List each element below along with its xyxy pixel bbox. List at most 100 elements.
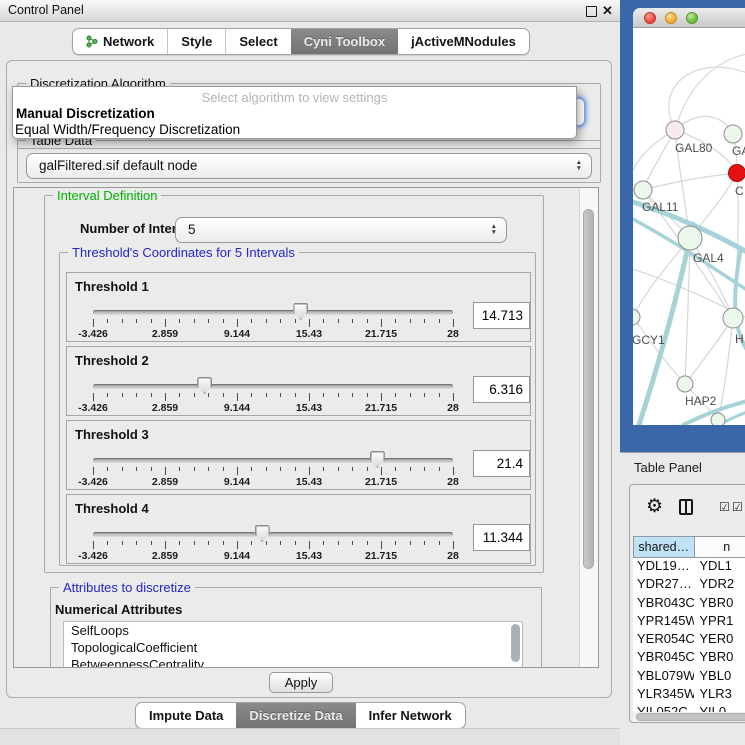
threshold-value-field[interactable]: 14.713 [473, 302, 530, 329]
slider-tick [251, 467, 252, 471]
network-node[interactable] [677, 376, 693, 392]
tab-jactivemnodules[interactable]: jActiveMNodules [398, 29, 529, 54]
slider-tick [453, 319, 454, 327]
threshold-value-field[interactable]: 21.4 [473, 450, 530, 477]
cell-shared-name: YPR145W [633, 613, 694, 631]
attribute-list-item[interactable]: BetweennessCentrality [64, 656, 522, 668]
tab-select[interactable]: Select [225, 29, 290, 54]
algorithm-option-manual[interactable]: Manual Discretization [16, 106, 155, 121]
network-node[interactable] [711, 413, 725, 425]
slider-tick [93, 541, 94, 549]
slider-tick [251, 319, 252, 323]
list-scrollbar[interactable] [511, 624, 520, 662]
table-row[interactable]: YBR043CYBR0 [633, 595, 745, 613]
network-node[interactable] [634, 181, 652, 199]
close-icon[interactable]: ✕ [602, 2, 613, 20]
table-row[interactable]: YIL052CYIL0 [633, 704, 745, 712]
slider-tick [165, 467, 166, 475]
slider-track[interactable] [93, 458, 453, 463]
table-row[interactable]: YBR045CYBR0 [633, 649, 745, 667]
control-panel-title: Control Panel [8, 0, 84, 21]
slider-tick-label: 21.715 [356, 550, 406, 562]
column-header-name[interactable]: n [695, 536, 745, 558]
attribute-list-item[interactable]: TopologicalCoefficient [64, 639, 522, 656]
slider-tick [237, 541, 238, 549]
network-window-titlebar[interactable] [633, 8, 745, 28]
table-header-row: shared… n [633, 536, 745, 558]
network-canvas[interactable]: GAL80GACGAL11GAL4GCY1HHAP2 [633, 28, 745, 425]
network-node[interactable] [633, 309, 640, 325]
table-row[interactable]: YER054CYER0 [633, 631, 745, 649]
threshold-label: Threshold 1 [75, 279, 149, 294]
threshold-value-field[interactable]: 11.344 [473, 524, 530, 551]
panel-scrollbar-track[interactable] [579, 188, 598, 667]
slider-tick [395, 319, 396, 323]
tab-infer-network[interactable]: Infer Network [356, 703, 465, 728]
slider-tick [208, 393, 209, 397]
numerical-attributes-list[interactable]: SelfLoopsTopologicalCoefficientBetweenne… [63, 621, 523, 668]
close-traffic-light-icon[interactable] [644, 12, 656, 24]
slider-track[interactable] [93, 384, 453, 389]
slider-thumb[interactable] [293, 303, 308, 320]
slider-tick [194, 393, 195, 397]
tab-cyni-toolbox[interactable]: Cyni Toolbox [291, 29, 398, 54]
table-row[interactable]: YDR27…YDR2 [633, 576, 745, 594]
zoom-traffic-light-icon[interactable] [686, 12, 698, 24]
slider-tick-label: 2.859 [140, 550, 190, 562]
slider-tick-label: 15.43 [284, 328, 334, 340]
slider-tick [223, 319, 224, 323]
horizontal-scrollbar-track[interactable] [633, 712, 745, 722]
slider-tick [93, 467, 94, 475]
slider-thumb[interactable] [255, 525, 270, 542]
slider-tick-label: 15.43 [284, 402, 334, 414]
threshold-value-field[interactable]: 6.316 [473, 376, 530, 403]
slider-tick [453, 541, 454, 549]
network-node[interactable] [723, 308, 743, 328]
checkbox-icon[interactable]: ☑ [719, 501, 730, 513]
algorithm-hint-option[interactable]: Select algorithm to view settings [13, 90, 576, 105]
slider-tick-label: 21.715 [356, 328, 406, 340]
table-data-combobox[interactable]: galFiltered.sif default node ▲▼ [26, 153, 592, 179]
slider-tick [151, 393, 152, 397]
checkbox-icon[interactable]: ☑ [732, 501, 743, 513]
slider-thumb[interactable] [197, 377, 212, 394]
app-root: Control Panel ✕ NetworkStyleSelectCyni T… [0, 0, 745, 745]
tab-label: Impute Data [149, 703, 223, 728]
threshold-row: Threshold 3-3.4262.8599.14415.4321.71528… [66, 420, 531, 490]
number-of-intervals-combobox[interactable]: 5 ▲▼ [175, 217, 507, 243]
tab-label: jActiveMNodules [411, 29, 516, 54]
network-node[interactable] [678, 226, 702, 250]
table-row[interactable]: YBL079WYBL0 [633, 668, 745, 686]
panel-scrollbar-thumb[interactable] [583, 209, 594, 569]
gear-icon[interactable]: ⚙ [646, 497, 663, 516]
network-node[interactable] [666, 121, 684, 139]
network-view-window[interactable]: GAL80GACGAL11GAL4GCY1HHAP2 [620, 0, 745, 452]
table-row[interactable]: YLR345WYLR3 [633, 686, 745, 704]
thresholds-group: Threshold's Coordinates for 5 Intervals … [59, 252, 536, 566]
interval-definition-group-title: Interval Definition [53, 188, 161, 203]
tab-network[interactable]: Network [73, 29, 167, 54]
attribute-list-item[interactable]: SelfLoops [64, 622, 522, 639]
slider-tick [280, 541, 281, 545]
minimize-traffic-light-icon[interactable] [665, 12, 677, 24]
slider-track[interactable] [93, 532, 453, 537]
slider-tick [179, 467, 180, 471]
tab-impute-data[interactable]: Impute Data [136, 703, 236, 728]
tab-style[interactable]: Style [167, 29, 225, 54]
apply-button[interactable]: Apply [269, 672, 333, 693]
network-node[interactable] [729, 165, 745, 182]
table-row[interactable]: YDL19…YDL1 [633, 558, 745, 576]
combobox-stepper-icon[interactable]: ▲▼ [576, 160, 582, 172]
slider-thumb[interactable] [370, 451, 385, 468]
network-node[interactable] [724, 125, 742, 143]
column-header-shared-name[interactable]: shared… [633, 536, 695, 558]
horizontal-scrollbar-thumb[interactable] [636, 713, 745, 721]
algorithm-option-equal-width[interactable]: Equal Width/Frequency Discretization [15, 122, 240, 137]
slider-tick [122, 467, 123, 471]
float-window-icon[interactable] [586, 6, 597, 17]
combobox-stepper-icon[interactable]: ▲▼ [491, 224, 497, 236]
slider-track[interactable] [93, 310, 453, 315]
table-row[interactable]: YPR145WYPR1 [633, 613, 745, 631]
columns-icon[interactable] [679, 499, 693, 515]
tab-discretize-data[interactable]: Discretize Data [236, 703, 355, 728]
